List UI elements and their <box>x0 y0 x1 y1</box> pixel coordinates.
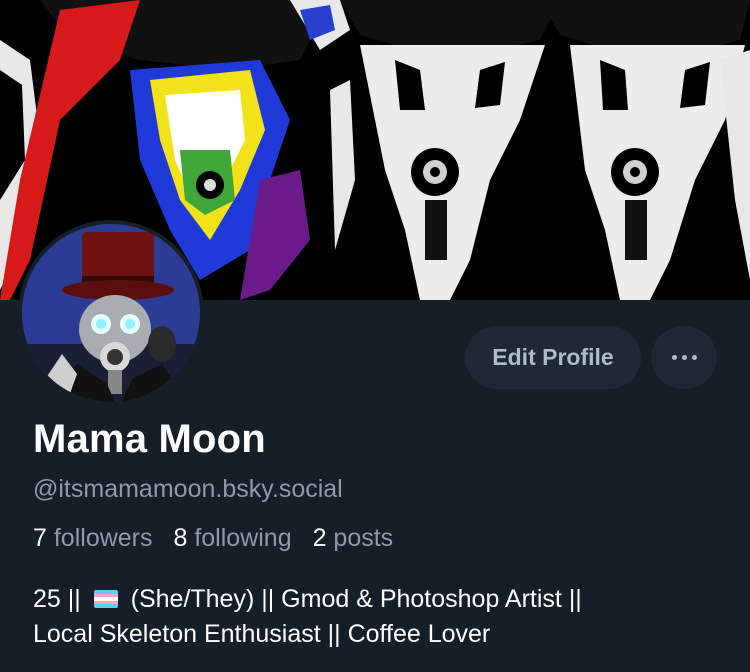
followers-link[interactable]: 7 followers <box>33 524 153 552</box>
avatar-ring <box>18 220 204 406</box>
profile-page: Edit Profile Mama Moon @itsmamamoon.bsky… <box>0 0 750 672</box>
profile-stats: 7 followers 8 following 2 posts <box>33 524 407 553</box>
posts-count: 2 <box>312 524 327 552</box>
profile-handle: @itsmamamoon.bsky.social <box>33 475 343 503</box>
avatar-image <box>22 224 200 402</box>
posts-label: posts <box>333 524 394 552</box>
following-label: following <box>194 524 292 552</box>
profile-bio: 25 || (She/They) || Gmod & Photoshop Art… <box>33 582 723 652</box>
bio-text-pronouns: (She/They) || Gmod & Photoshop Artist || <box>123 585 582 613</box>
edit-profile-label: Edit Profile <box>492 344 614 370</box>
following-count: 8 <box>173 524 188 552</box>
transgender-flag-icon <box>93 590 118 608</box>
bio-line-2: Local Skeleton Enthusiast || Coffee Love… <box>33 620 491 648</box>
followers-count: 7 <box>33 524 47 552</box>
ellipsis-icon <box>671 355 697 360</box>
avatar[interactable] <box>22 224 200 402</box>
more-options-button[interactable] <box>651 326 717 389</box>
followers-label: followers <box>53 524 153 552</box>
display-name: Mama Moon <box>33 417 266 461</box>
posts-link[interactable]: 2 posts <box>313 524 394 552</box>
bio-line-1: 25 || (She/They) || Gmod & Photoshop Art… <box>33 582 723 617</box>
bio-text-age: 25 || <box>33 585 88 613</box>
following-link[interactable]: 8 following <box>173 524 291 552</box>
edit-profile-button[interactable]: Edit Profile <box>465 326 641 389</box>
